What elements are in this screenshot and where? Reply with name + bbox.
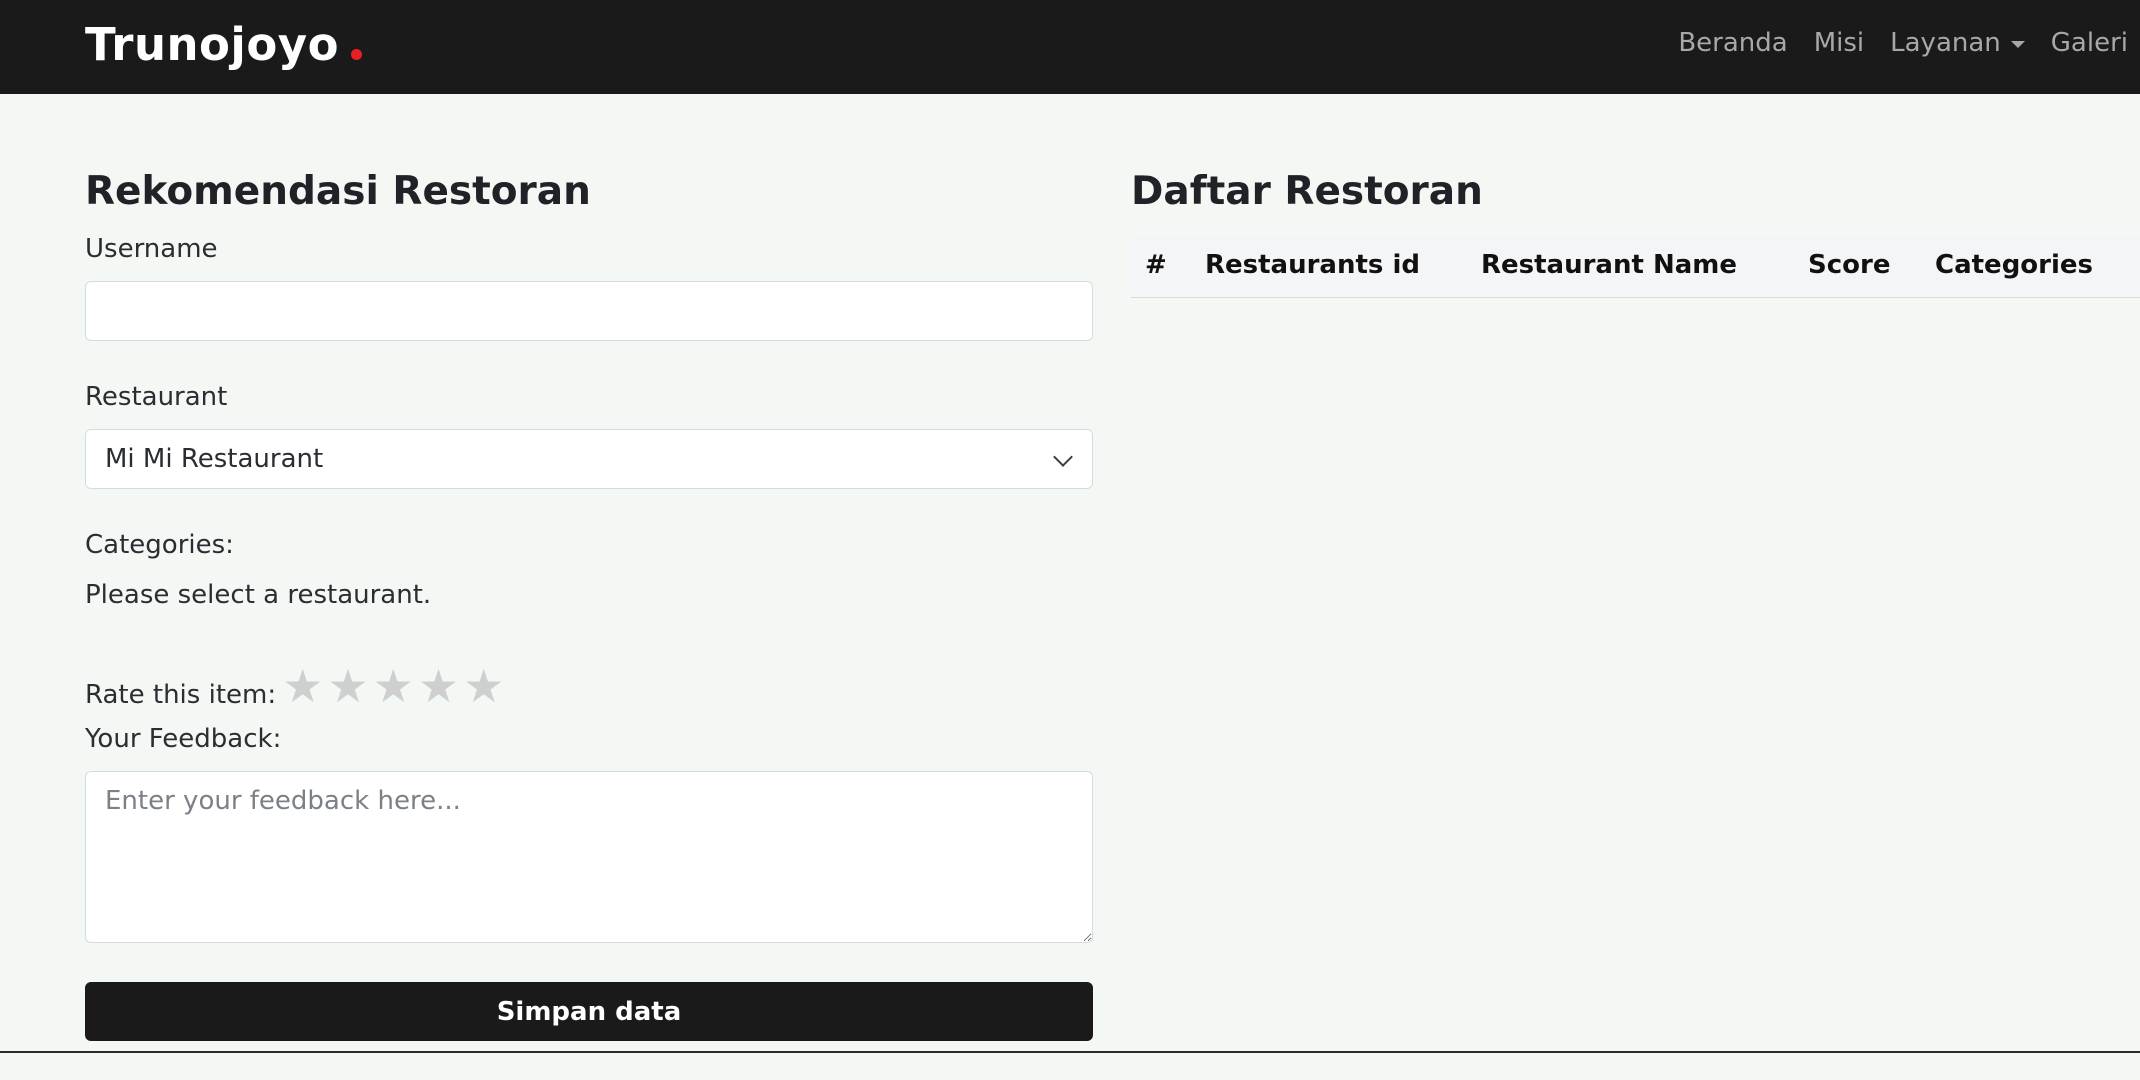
navbar: Trunojoyo Beranda Misi Layanan Galeri: [0, 0, 2140, 94]
form-title: Rekomendasi Restoran: [85, 169, 591, 214]
rating-label: Rate this item:: [85, 680, 277, 710]
brand-name: Trunojoyo: [85, 18, 340, 71]
restaurant-label: Restaurant: [85, 382, 228, 412]
column-header-categories: Categories: [1935, 250, 2094, 280]
restaurant-list: Daftar Restoran # Restaurants id Restaur…: [1131, 170, 2140, 359]
nav-link-galeri[interactable]: Galeri: [2051, 28, 2128, 58]
username-label: Username: [85, 234, 218, 264]
rating-row: Rate this item: ★ ★ ★ ★ ★: [85, 661, 1093, 711]
restaurant-table: # Restaurants id Restaurant Name Score C…: [1131, 236, 2140, 359]
brand-dot-icon: [351, 49, 363, 60]
restaurant-select[interactable]: Mi Mi Restaurant: [85, 429, 1093, 489]
feedback-label: Your Feedback:: [85, 724, 282, 754]
feedback-textarea[interactable]: [85, 771, 1093, 943]
username-input[interactable]: [85, 281, 1093, 341]
brand-logo[interactable]: Trunojoyo: [85, 18, 363, 71]
caret-down-icon: [2010, 41, 2025, 48]
star-icon[interactable]: ★: [282, 663, 323, 709]
restaurant-selected-value: Mi Mi Restaurant: [105, 444, 324, 474]
nav-link-misi[interactable]: Misi: [1814, 28, 1864, 58]
column-header-restaurants-id: Restaurants id: [1205, 250, 1420, 280]
star-icon[interactable]: ★: [373, 663, 414, 709]
column-header-number: #: [1145, 250, 1167, 280]
nav-links: Beranda Misi Layanan Galeri: [1678, 28, 2128, 58]
save-button[interactable]: Simpan data: [85, 982, 1093, 1041]
star-icon[interactable]: ★: [327, 663, 368, 709]
page-divider: [0, 1051, 2140, 1053]
nav-dropdown-layanan[interactable]: Layanan: [1890, 28, 2025, 58]
star-icon[interactable]: ★: [463, 663, 504, 709]
recommendation-form: Rekomendasi Restoran Username Restaurant…: [85, 170, 1093, 1041]
nav-link-beranda[interactable]: Beranda: [1678, 28, 1787, 58]
categories-message: Please select a restaurant.: [85, 580, 432, 610]
rating-stars: ★ ★ ★ ★ ★: [282, 663, 504, 709]
page: Trunojoyo Beranda Misi Layanan Galeri Re…: [0, 0, 2140, 1080]
nav-dropdown-label: Layanan: [1890, 28, 2001, 58]
column-header-score: Score: [1808, 250, 1891, 280]
table-header-row: # Restaurants id Restaurant Name Score C…: [1131, 236, 2140, 298]
categories-label: Categories:: [85, 530, 234, 560]
table-title: Daftar Restoran: [1131, 169, 1483, 214]
chevron-down-icon: [1053, 447, 1073, 467]
star-icon[interactable]: ★: [418, 663, 459, 709]
column-header-restaurant-name: Restaurant Name: [1481, 250, 1738, 280]
